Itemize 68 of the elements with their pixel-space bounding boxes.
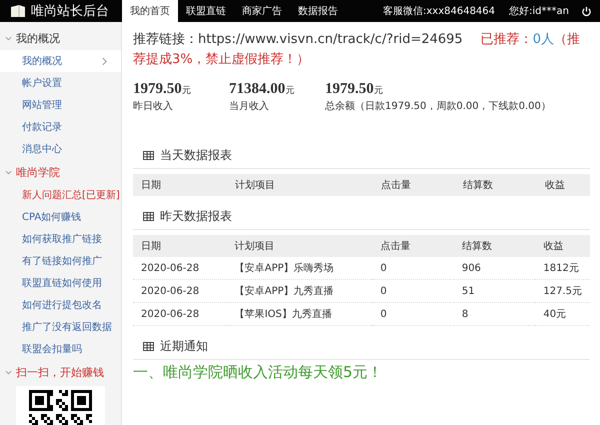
table-cell: 2020-06-28 bbox=[133, 257, 227, 280]
chevron-icon[interactable] bbox=[5, 35, 12, 42]
app-title: 唯尚站长后台 bbox=[31, 3, 109, 20]
table-cell: 906 bbox=[454, 257, 536, 280]
nav-tab[interactable]: 联盟直链 bbox=[178, 0, 234, 22]
sidebar-item[interactable]: 我的概况 bbox=[0, 50, 121, 72]
column-header: 结算数 bbox=[454, 235, 536, 257]
stat-value: 1979.50元 bbox=[325, 80, 384, 98]
sidebar-item[interactable]: 有了链接如何推广 bbox=[0, 250, 121, 272]
column-header: 日期 bbox=[133, 174, 227, 196]
chevron-right-icon bbox=[102, 56, 107, 66]
section-heading: 当天数据报表 bbox=[160, 147, 232, 164]
referral-text: 推荐链接：https://www.visvn.cn/track/c/?rid=24695 已推荐：0人（推荐提成3%，禁止虚假推荐！） bbox=[133, 31, 581, 69]
table-cell: 1812元 bbox=[535, 257, 590, 280]
sidebar-item[interactable]: 联盟直链如何使用 bbox=[0, 272, 121, 294]
table-cell: 8 bbox=[454, 302, 536, 326]
stat-label: 总余额（日款1979.50，周款0.00，下线款0.00） bbox=[325, 100, 551, 113]
section-title[interactable]: 扫一扫，开始赚钱 bbox=[16, 365, 104, 380]
stat-label: 当月收入 bbox=[229, 100, 270, 113]
sidebar-item[interactable]: 如何获取推广链接 bbox=[0, 228, 121, 250]
stat-value: 71384.00元 bbox=[229, 80, 296, 98]
user-greeting[interactable]: 您好:id***an bbox=[509, 4, 569, 18]
table-icon bbox=[143, 212, 154, 221]
sidebar-item[interactable]: 帐户设置 bbox=[0, 72, 121, 94]
column-header: 收益 bbox=[535, 235, 590, 257]
section-title[interactable]: 我的概况 bbox=[16, 31, 60, 46]
nav-tab[interactable]: 商家广告 bbox=[234, 0, 290, 22]
section-title[interactable]: 唯尚学院 bbox=[16, 165, 60, 180]
sidebar-item[interactable]: 付款记录 bbox=[0, 116, 121, 138]
column-header: 点击量 bbox=[372, 235, 454, 257]
stat-label: 昨日收入 bbox=[133, 100, 174, 113]
contact-text: 客服微信:xxx84648464 bbox=[383, 4, 496, 18]
sidebar-item[interactable]: 推广了没有返回数据 bbox=[0, 316, 121, 338]
sidebar-item[interactable]: 如何进行提包改名 bbox=[0, 294, 121, 316]
table-icon bbox=[143, 151, 154, 160]
sidebar-item[interactable]: 联盟会扣量吗 bbox=[0, 338, 121, 360]
column-header: 计划项目 bbox=[226, 235, 372, 257]
stat-value: 1979.50元 bbox=[133, 80, 192, 98]
table-cell: 0 bbox=[372, 280, 454, 302]
table-cell: 2020-06-28 bbox=[133, 302, 227, 326]
table-cell: 2020-06-28 bbox=[133, 280, 227, 302]
table-cell: 40元 bbox=[535, 302, 590, 326]
nav-tab[interactable]: 我的首页 bbox=[122, 0, 178, 22]
table-cell: 【安卓APP】乐嗨秀场 bbox=[226, 257, 372, 280]
column-header: 日期 bbox=[133, 235, 227, 257]
table-cell: 0 bbox=[372, 302, 454, 326]
table-cell: 127.5元 bbox=[535, 280, 590, 302]
column-header: 收益 bbox=[537, 174, 590, 196]
sidebar-item[interactable]: CPA如何赚钱 bbox=[0, 206, 121, 228]
chevron-icon[interactable] bbox=[5, 369, 12, 376]
sidebar-item[interactable]: 新人问题汇总[已更新] bbox=[0, 184, 121, 206]
table-cell: 0 bbox=[372, 257, 454, 280]
table-icon bbox=[143, 342, 154, 351]
table-cell: 51 bbox=[454, 280, 536, 302]
chevron-icon[interactable] bbox=[5, 169, 12, 176]
column-header: 点击量 bbox=[373, 174, 455, 196]
table-cell: 【苹果IOS】九秀直播 bbox=[226, 302, 372, 326]
table-cell: 【安卓APP】九秀直播 bbox=[226, 280, 372, 302]
notice-headline[interactable]: 一、唯尚学院晒收入活动每天领5元！ bbox=[133, 363, 590, 382]
sidebar-item[interactable]: 网站管理 bbox=[0, 94, 121, 116]
sidebar-item[interactable]: 消息中心 bbox=[0, 138, 121, 160]
section-heading: 昨天数据报表 bbox=[160, 208, 232, 225]
column-header: 结算数 bbox=[455, 174, 537, 196]
section-heading: 近期通知 bbox=[160, 338, 208, 355]
logo-icon bbox=[10, 4, 26, 18]
nav-tab[interactable]: 数据报告 bbox=[290, 0, 346, 22]
column-header: 计划项目 bbox=[227, 174, 373, 196]
power-icon[interactable] bbox=[581, 6, 592, 16]
